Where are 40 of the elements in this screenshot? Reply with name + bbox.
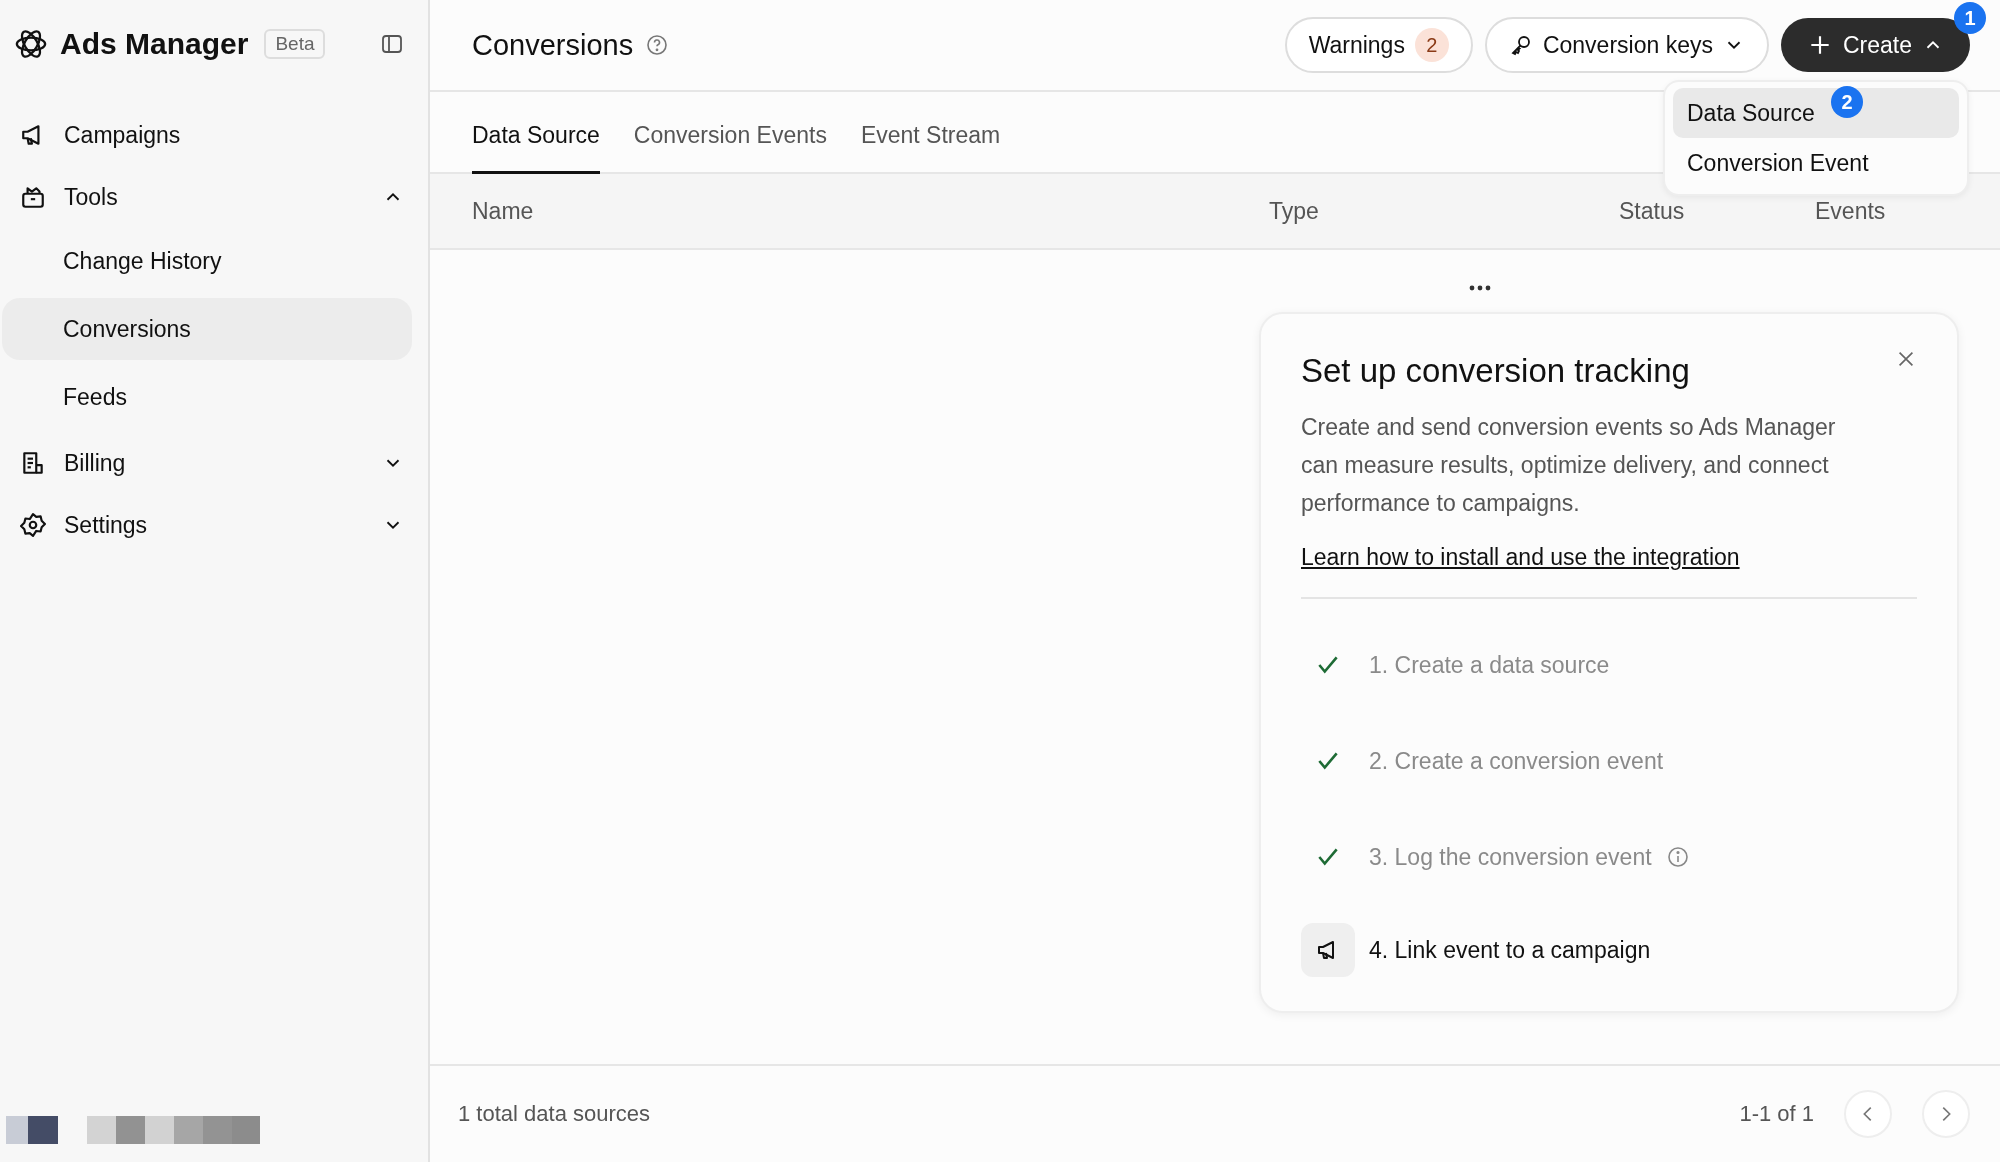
nav-subitem[interactable]: Conversions [2, 298, 412, 360]
column-header: Status [1619, 197, 1685, 225]
beta-badge: Beta [264, 29, 326, 59]
column-header: Type [1269, 197, 1319, 225]
step-marker: 2 [1831, 86, 1863, 118]
tab[interactable]: Event Stream [860, 122, 1001, 174]
nav-item[interactable]: Campaigns [2, 104, 426, 166]
conversion-keys-button[interactable]: Conversion keys [1484, 17, 1769, 73]
step-label: 4. Link event to a campaign [1369, 936, 1651, 964]
page-title: Conversions [472, 28, 634, 62]
nav-item[interactable]: Tools [2, 166, 426, 228]
tab[interactable]: Conversion Events [633, 122, 827, 174]
receipt-icon [20, 450, 46, 476]
menu-item[interactable]: Conversion Event [1673, 138, 1959, 188]
help-icon[interactable] [645, 33, 670, 57]
warnings-count: 2 [1414, 28, 1449, 62]
menu-item[interactable]: Data Source 2 [1673, 88, 1959, 138]
column-header: Name [472, 197, 534, 225]
page-range: 1-1 of 1 [1739, 1101, 1814, 1127]
step-label: 3. Log the conversion event [1369, 843, 1652, 871]
total-count: 1 total data sources [458, 1101, 650, 1127]
logo-icon [14, 27, 48, 61]
more-icon[interactable] [1468, 284, 1492, 292]
step-label: 2. Create a conversion event [1369, 747, 1664, 775]
integration-link[interactable]: Learn how to install and use the integration [1301, 544, 1740, 571]
nav-subitem[interactable]: Change History [2, 230, 412, 292]
sidebar-toggle-icon[interactable] [380, 32, 404, 56]
nav-item[interactable]: Settings [2, 494, 426, 556]
nav-subitem[interactable]: Feeds [2, 366, 412, 428]
card-description: Create and send conversion events so Ads Manager can measure results, optimize delivery, and connect performance to campaigns. [1301, 413, 1837, 518]
column-header: Events [1815, 197, 1886, 225]
step-label: 1. Create a data source [1369, 651, 1610, 679]
warnings-button[interactable]: Warnings 2 [1284, 17, 1473, 73]
app-title: Ads Manager [60, 27, 249, 61]
settings-icon [20, 512, 46, 538]
toolbox-icon [20, 184, 46, 210]
nav-item[interactable]: Billing [2, 432, 426, 494]
info-icon[interactable] [1665, 845, 1690, 869]
card-title: Set up conversion tracking [1301, 352, 1690, 390]
step-marker: 1 [1954, 2, 1986, 34]
